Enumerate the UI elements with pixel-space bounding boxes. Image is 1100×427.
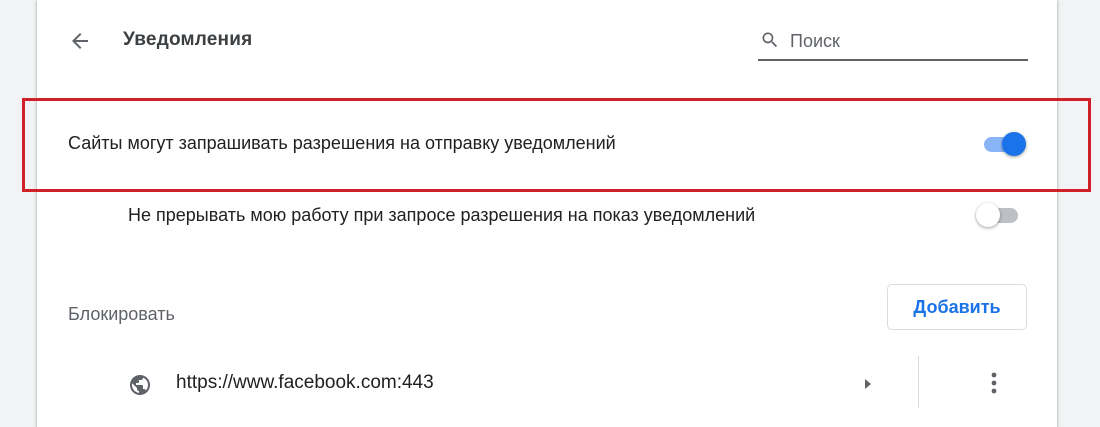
toggle-knob bbox=[976, 203, 1000, 227]
quiet-messaging-label: Не прерывать мою работу при запросе разр… bbox=[128, 205, 756, 225]
search-box[interactable] bbox=[758, 25, 1028, 61]
divider bbox=[918, 356, 919, 408]
search-input[interactable] bbox=[788, 27, 1022, 55]
block-section-title: Блокировать bbox=[68, 304, 175, 324]
page-title: Уведомления bbox=[123, 29, 253, 50]
quiet-messaging-toggle[interactable] bbox=[976, 202, 1022, 228]
site-url: https://www.facebook.com:443 bbox=[176, 372, 434, 393]
back-button[interactable] bbox=[66, 27, 94, 55]
add-button[interactable]: Добавить bbox=[887, 284, 1027, 330]
ask-permission-label: Сайты могут запрашивать разрешения на от… bbox=[68, 133, 616, 153]
globe-icon bbox=[130, 375, 150, 395]
search-icon bbox=[762, 32, 778, 48]
arrow-back-icon bbox=[72, 33, 88, 49]
toggle-knob bbox=[1002, 132, 1026, 156]
site-row[interactable]: https://www.facebook.com:443 bbox=[118, 356, 1028, 412]
ask-permission-toggle[interactable] bbox=[980, 131, 1026, 157]
more-vert-icon[interactable] bbox=[982, 370, 1006, 396]
arrow-right-icon[interactable] bbox=[860, 374, 876, 394]
